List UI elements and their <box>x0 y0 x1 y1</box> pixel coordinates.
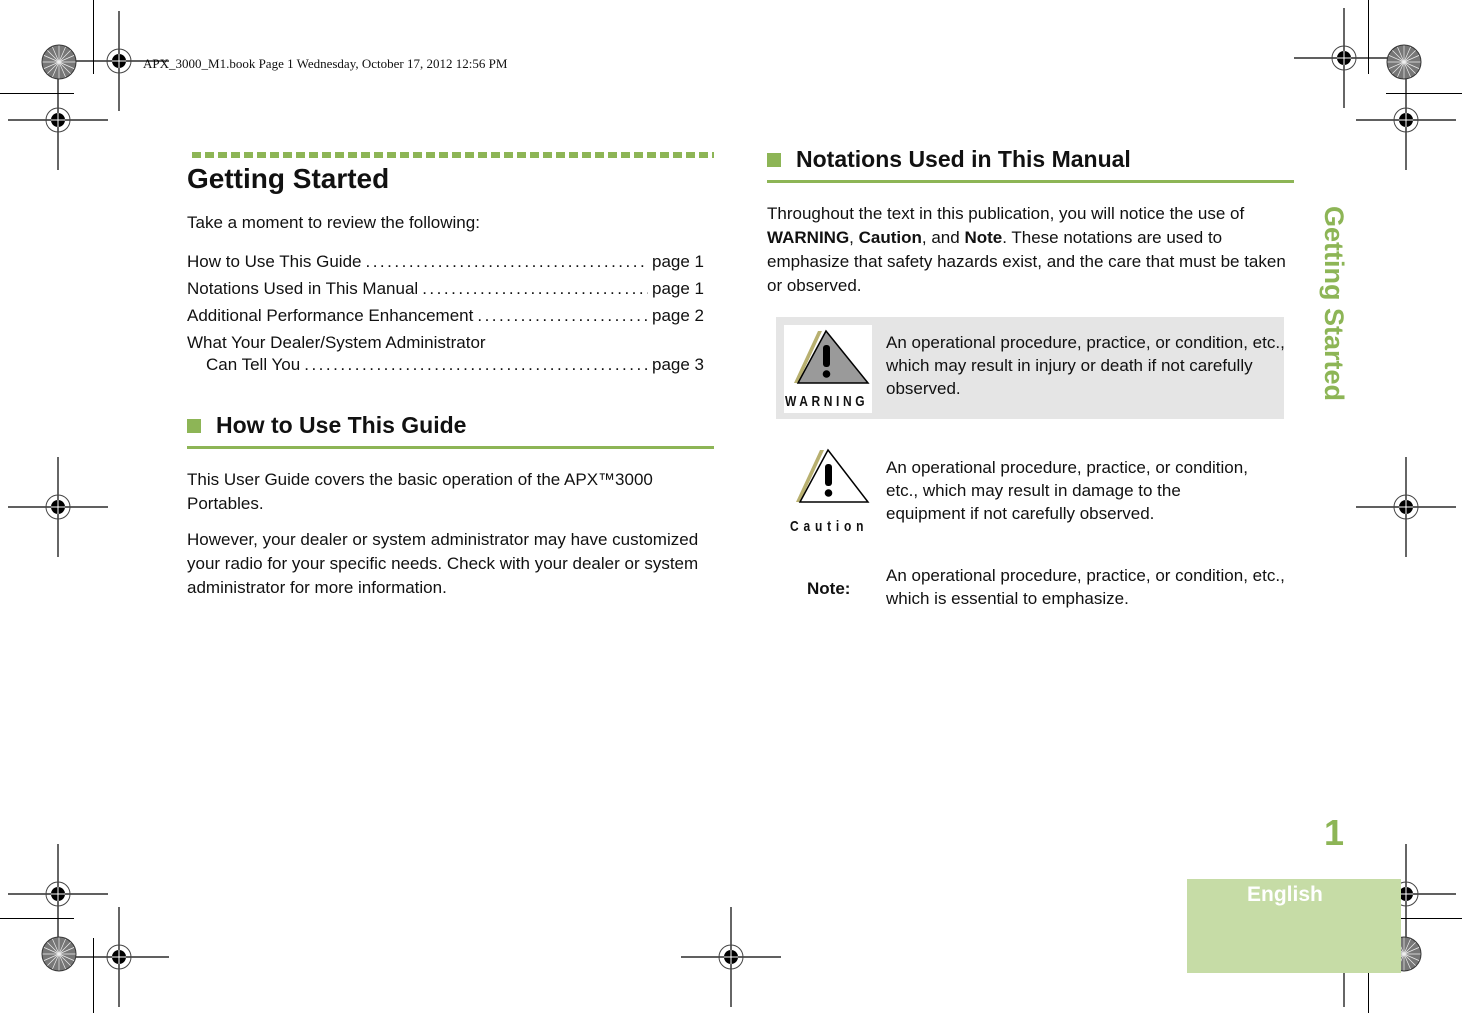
warning-notation: WARNING An operational procedure, practi… <box>776 317 1285 419</box>
warning-text: An operational procedure, practice, or c… <box>886 333 1285 398</box>
chapter-title: Getting Started <box>187 163 390 194</box>
note-label: Note: <box>807 579 851 598</box>
toc-item-title-cont: Can Tell You <box>206 355 301 374</box>
section-bullet-icon <box>767 152 781 167</box>
toc-item-page: page 3 <box>652 355 704 374</box>
registration-mark-icon <box>8 70 108 170</box>
page-number: 1 <box>1324 812 1345 853</box>
toc-item[interactable]: Additional Performance Enhancement .....… <box>187 302 704 329</box>
caution-notation: Caution An operational procedure, practi… <box>776 440 1284 540</box>
registration-mark-icon <box>1356 70 1456 170</box>
language-label: English <box>1247 883 1323 906</box>
note-notation: Note: An operational procedure, practice… <box>776 562 1285 622</box>
registration-mark-icon <box>681 907 781 1007</box>
language-tab: English <box>1187 879 1401 973</box>
toc-item-title: How to Use This Guide <box>187 252 362 271</box>
section-rule <box>187 446 714 449</box>
toc-item-page: page 1 <box>652 279 704 298</box>
section-rule <box>767 180 1294 183</box>
toc-item-page: page 2 <box>652 306 704 325</box>
registration-mark-icon <box>69 907 169 1007</box>
caution-triangle-icon: Caution <box>788 444 872 536</box>
paragraph: This User Guide covers the basic operati… <box>187 470 653 513</box>
section-heading-notations: Notations Used in This Manual <box>767 146 1131 173</box>
chapter-intro: Take a moment to review the following: <box>187 213 480 232</box>
toc-item[interactable]: What Your Dealer/System Administrator Ca… <box>187 329 704 378</box>
warning-triangle-icon: WARNING <box>784 325 872 413</box>
starburst-mark-icon <box>41 936 77 972</box>
note-text: An operational procedure, practice, or c… <box>886 566 1285 608</box>
section-heading-how-to-use: How to Use This Guide <box>187 412 466 439</box>
toc-item-title: Additional Performance Enhancement <box>187 306 474 325</box>
registration-mark-icon <box>1356 457 1456 557</box>
print-header: APX_3000_M1.book Page 1 Wednesday, Octob… <box>143 56 508 71</box>
chapter-dashed-rule <box>192 152 714 158</box>
toc-item-title: Notations Used in This Manual <box>187 279 419 298</box>
toc-item-page: page 1 <box>652 252 704 271</box>
table-of-contents: How to Use This Guide ..................… <box>187 248 704 378</box>
registration-mark-icon <box>8 457 108 557</box>
starburst-mark-icon <box>1386 44 1422 80</box>
chapter-side-tab: Getting Started <box>1319 206 1349 402</box>
starburst-mark-icon <box>41 44 77 80</box>
notations-intro: Throughout the text in this publication,… <box>767 204 1286 295</box>
section-bullet-icon <box>187 418 201 433</box>
toc-item[interactable]: How to Use This Guide ..................… <box>187 248 704 275</box>
paragraph: However, your dealer or system administr… <box>187 530 699 597</box>
toc-item[interactable]: Notations Used in This Manual ..........… <box>187 275 704 302</box>
caution-text: An operational procedure, practice, or c… <box>886 458 1248 523</box>
